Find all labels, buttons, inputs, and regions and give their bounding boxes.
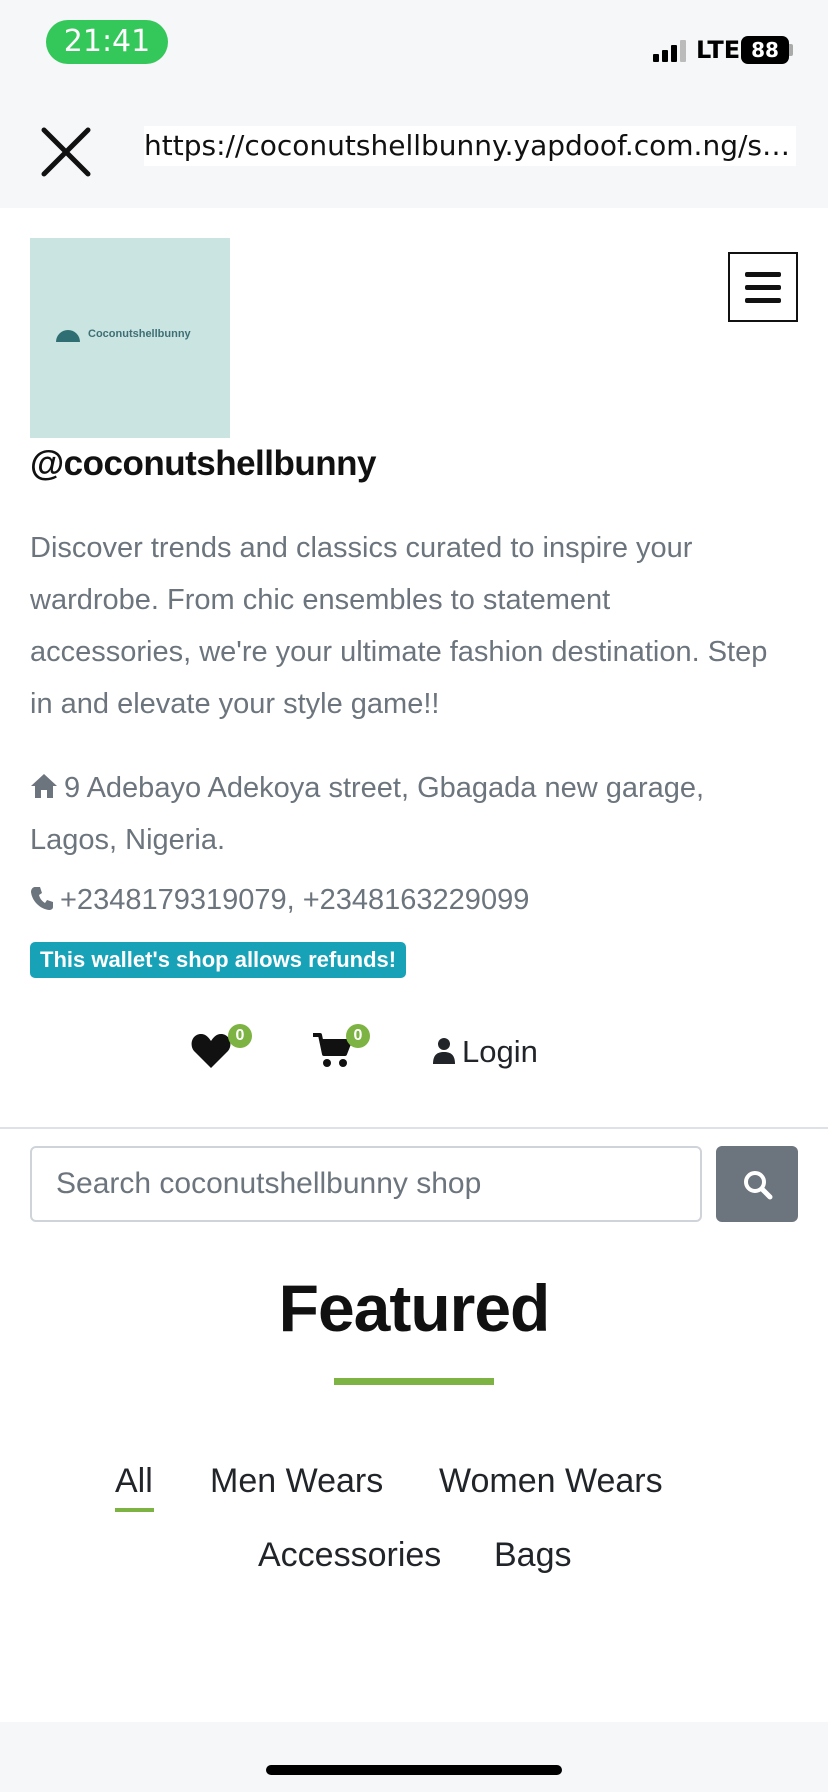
battery-tip (789, 44, 793, 56)
address-text: 9 Adebayo Adekoya street, Gbagada new ga… (30, 772, 705, 856)
tab-bags[interactable]: Bags (494, 1536, 572, 1575)
hamburger-icon-bar (745, 298, 781, 303)
shop-phone: +2348179319079, +2348163229099 (30, 874, 529, 926)
shop-address: 9 Adebayo Adekoya street, Gbagada new ga… (30, 762, 770, 866)
phone-icon (31, 887, 53, 910)
close-icon[interactable] (40, 126, 92, 178)
search-input[interactable] (30, 1146, 702, 1222)
featured-underline (334, 1378, 494, 1385)
shop-handle: @coconutshellbunny (30, 444, 376, 483)
heart-icon[interactable] (190, 1030, 232, 1070)
featured-title: Featured (278, 1271, 551, 1345)
divider (0, 1127, 828, 1129)
active-tab-underline (115, 1508, 154, 1512)
tab-women-wears[interactable]: Women Wears (439, 1462, 663, 1501)
phone-text[interactable]: +2348179319079, +2348163229099 (60, 884, 529, 916)
refund-badge: This wallet's shop allows refunds! (30, 942, 407, 978)
hamburger-icon-bar (745, 285, 781, 290)
menu-button[interactable] (728, 252, 798, 322)
home-icon (31, 774, 57, 798)
status-bar: 21:41 LTE 88 (0, 0, 828, 90)
user-icon (433, 1038, 455, 1064)
logo-mark-icon (56, 330, 80, 342)
shop-description: Discover trends and classics curated to … (30, 532, 768, 720)
url-text[interactable]: https://coconutshellbunny.yapdoof.com.ng… (144, 126, 796, 166)
browser-url-bar: https://coconutshellbunny.yapdoof.com.ng… (0, 90, 828, 208)
status-time: 21:41 (46, 20, 168, 64)
tab-men-wears[interactable]: Men Wears (210, 1462, 383, 1501)
search-button[interactable] (716, 1146, 798, 1222)
shop-logo[interactable]: Coconutshellbunny (30, 238, 230, 438)
home-indicator[interactable] (266, 1765, 562, 1775)
network-label: LTE (696, 36, 741, 64)
signal-icon (653, 38, 689, 62)
search-icon (744, 1171, 773, 1200)
hamburger-icon (745, 272, 781, 277)
login-link[interactable]: Login (432, 1034, 538, 1070)
logo-text: Coconutshellbunny (88, 328, 191, 340)
wishlist-count-badge: 0 (228, 1024, 252, 1048)
login-label: Login (462, 1034, 538, 1069)
tab-accessories[interactable]: Accessories (258, 1536, 441, 1575)
battery-icon: 88 (741, 36, 789, 64)
bottom-bar (0, 1722, 828, 1792)
tab-all[interactable]: All (115, 1462, 153, 1501)
cart-count-badge: 0 (346, 1024, 370, 1048)
